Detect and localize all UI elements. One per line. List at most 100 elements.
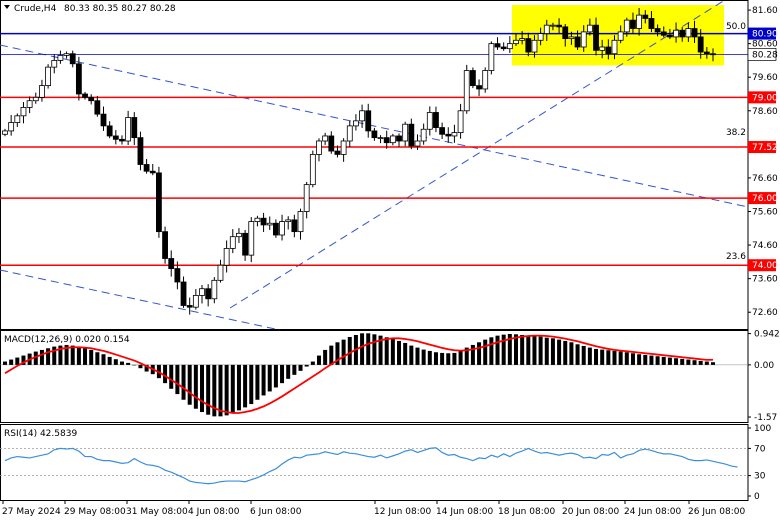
macd-bar [470, 344, 475, 365]
macd-bar [255, 364, 260, 400]
candle-body [14, 115, 21, 123]
macd-bar [458, 350, 463, 365]
candle-body [8, 122, 15, 132]
dropdown-icon[interactable] [4, 5, 10, 9]
macd-bar [206, 364, 211, 415]
macd-bar [126, 362, 131, 365]
candle-body [377, 137, 384, 140]
candle-body [75, 63, 82, 95]
axis-layer: 81.6080.9080.6080.2879.6079.0078.6077.52… [2, 6, 780, 517]
candle-body [137, 137, 144, 165]
rsi-frame [0, 424, 749, 501]
macd-bar [132, 364, 137, 366]
macd-bar [520, 334, 525, 365]
candle-body [20, 107, 27, 117]
macd-bar [175, 364, 180, 395]
candle-body [45, 66, 51, 87]
candle-body [217, 264, 224, 281]
macd-bar [9, 359, 14, 365]
x-tick-label: 24 Jun 08:00 [624, 507, 681, 517]
macd-bar [544, 337, 549, 365]
candle-body [51, 60, 58, 68]
macd-bar [347, 336, 352, 365]
macd-bar [329, 345, 334, 365]
macd-bar [39, 349, 44, 365]
macd-bar [704, 361, 709, 365]
macd-bar [366, 333, 371, 365]
macd-bar [372, 334, 377, 365]
macd-bar [452, 352, 457, 365]
macd-bar [698, 360, 703, 365]
macd-bar [637, 354, 642, 365]
macd-bar [661, 356, 666, 365]
candle-body [100, 113, 107, 127]
candle-body [88, 96, 95, 102]
fib-label-2: 23.6 [726, 252, 746, 262]
macd-bar [421, 349, 426, 365]
candle-body [63, 53, 70, 56]
candle-body [297, 211, 304, 233]
candle-body [574, 36, 581, 48]
macd-bar [323, 349, 328, 365]
macd-bar [667, 357, 672, 365]
macd-bar [569, 342, 574, 365]
candle-body [371, 130, 378, 139]
candle-body [580, 31, 587, 48]
macd-bar [76, 346, 81, 365]
candle-body [236, 232, 242, 238]
candle-body [2, 130, 8, 135]
x-tick-label: 20 Jun 08:00 [562, 507, 619, 517]
macd-bar [532, 335, 537, 365]
candle-body [494, 43, 501, 48]
macd-bar [236, 364, 241, 411]
trend-line-lower [0, 269, 281, 331]
candle-body [550, 24, 556, 27]
candle-body [149, 170, 156, 174]
candle-body [562, 26, 569, 40]
candle-body [303, 184, 310, 212]
level-label-2: 76.00 [752, 194, 778, 204]
macd-bar [15, 357, 20, 365]
macd-bar [563, 340, 568, 365]
candle-body [703, 51, 710, 55]
macd-bar [95, 352, 100, 365]
macd-bar [600, 349, 605, 365]
price-tick-label: 79.60 [752, 73, 778, 83]
candle-body [309, 154, 316, 186]
candle-body [408, 123, 415, 147]
price-tick-label: 76.60 [752, 174, 778, 184]
macd-bar [113, 359, 118, 365]
macd-bar [655, 356, 660, 365]
macd-bar [181, 364, 186, 400]
candle-body [94, 100, 101, 115]
ohlc-readout: 80.33 80.35 80.27 80.28 [64, 4, 176, 14]
macd-bar [200, 364, 205, 413]
rsi-panel: RSI(14) 42.5839 [0, 429, 748, 485]
candle-body [291, 219, 298, 233]
price-panel: 50.0 38.2 23.6 [0, 0, 749, 331]
macd-bar [230, 364, 235, 414]
level-label-1: 77.52 [752, 143, 778, 153]
candle-body [402, 123, 409, 142]
x-tick-label: 4 Jun 08:00 [188, 507, 240, 517]
candle-body [57, 54, 64, 61]
candle-body [26, 100, 33, 108]
candle-body [131, 117, 138, 139]
candle-body [439, 127, 446, 135]
current-price-label: 80.28 [752, 50, 778, 60]
macd-bar [3, 361, 7, 365]
candle-body [328, 135, 335, 152]
macd-bar [187, 364, 192, 405]
candle-body [211, 279, 218, 300]
macd-bar [403, 342, 408, 365]
macd-bar [218, 364, 223, 417]
macd-bar [249, 364, 254, 405]
candle-body [69, 53, 76, 65]
macd-bar [649, 355, 654, 365]
macd-bar [341, 339, 346, 365]
macd-bar [680, 358, 685, 365]
candle-body [673, 29, 679, 38]
macd-bar [550, 338, 555, 365]
candle-body [82, 93, 88, 98]
candle-body [500, 46, 507, 50]
